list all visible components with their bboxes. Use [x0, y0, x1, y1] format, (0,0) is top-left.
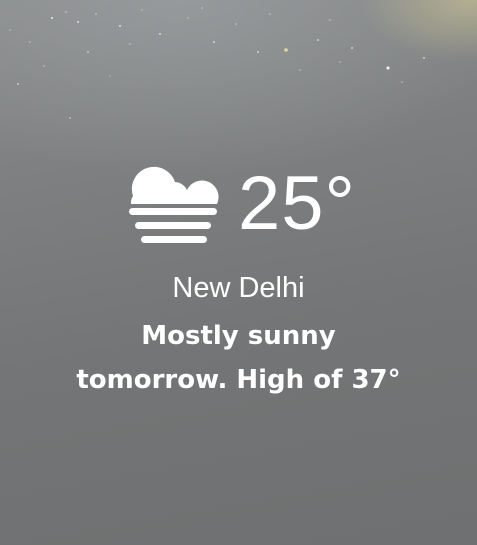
forecast-line: tomorrow. High of 37°: [76, 365, 401, 395]
weather-summary-row: 25°: [127, 162, 387, 246]
starfield-decoration: [9, 7, 425, 119]
forecast-text: Mostly sunny tomorrow. High of 37°: [0, 314, 477, 402]
weather-widget[interactable]: 25° New Delhi Mostly sunny tomorrow. Hig…: [0, 162, 477, 406]
temperature-value: 25°: [238, 161, 356, 246]
location-label: New Delhi: [172, 272, 305, 304]
forecast-line: Mostly sunny: [141, 321, 336, 351]
wallpaper-background: { "weather": { "icon": "fog-icon", "temp…: [0, 0, 477, 545]
fog-icon: [129, 166, 219, 243]
